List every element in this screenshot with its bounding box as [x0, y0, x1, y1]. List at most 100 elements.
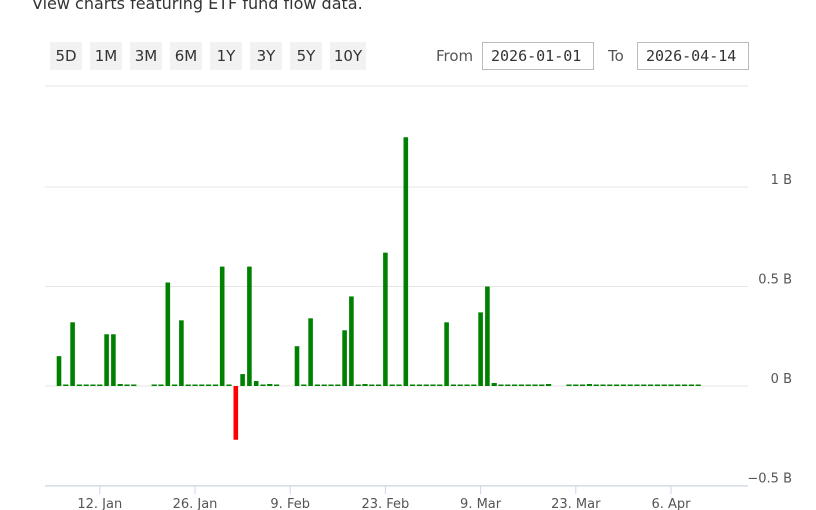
x-tick-label: 23. Feb — [361, 497, 409, 510]
y-tick-label: 0 B — [771, 372, 792, 387]
flow-bar — [233, 386, 239, 440]
flow-bar — [600, 384, 606, 386]
flow-bar — [226, 384, 232, 386]
flow-bar — [76, 384, 82, 386]
flow-bar — [151, 384, 157, 386]
flow-bar — [342, 330, 347, 386]
flow-bar — [641, 384, 647, 386]
flow-bar — [478, 312, 483, 386]
flow-bar — [634, 384, 640, 386]
x-tick-label: 12. Jan — [77, 497, 122, 510]
flow-bar — [240, 374, 245, 386]
flow-bar — [573, 384, 579, 386]
flow-bar — [349, 296, 354, 386]
flow-bar — [185, 384, 191, 386]
flow-bar — [546, 384, 552, 386]
flow-bar — [675, 384, 681, 386]
x-tick-label: 26. Jan — [173, 497, 218, 510]
flow-bar — [389, 384, 395, 386]
flow-bar — [172, 384, 178, 386]
flow-bar — [124, 384, 130, 386]
flow-bar — [117, 384, 123, 386]
flow-bar — [593, 384, 599, 386]
flow-bar — [437, 384, 443, 386]
chart-bars — [56, 137, 701, 440]
flow-bar — [192, 384, 198, 386]
flow-bar — [491, 383, 497, 386]
flow-bar — [335, 384, 341, 386]
flow-bar — [668, 384, 674, 386]
flow-bar — [505, 384, 511, 386]
y-tick-label: 0.5 B — [758, 273, 792, 288]
flow-bar — [423, 384, 429, 386]
flow-bar — [661, 384, 667, 386]
flow-bar — [464, 384, 470, 386]
flow-bar — [416, 384, 422, 386]
flow-bar — [457, 384, 463, 386]
flow-bar — [430, 384, 436, 386]
flow-bar — [179, 320, 184, 386]
flow-bar — [267, 384, 273, 386]
flow-bar — [518, 384, 524, 386]
flow-bar — [376, 384, 382, 386]
flow-bar — [695, 384, 701, 386]
flow-bar — [471, 384, 477, 386]
flow-bar — [260, 384, 266, 386]
flow-bar — [627, 384, 633, 386]
flow-bar — [314, 384, 320, 386]
flow-bar — [362, 384, 368, 386]
flow-bar — [369, 384, 375, 386]
flow-bar — [444, 322, 449, 386]
chart-axes: −0.5 B 0 B 0.5 B 1 B 12. Jan 26. Jan 9. Feb 23.… — [45, 173, 792, 510]
flow-bar — [620, 384, 626, 386]
flow-bar — [104, 334, 109, 386]
x-tick-label: 9. Feb — [270, 497, 310, 510]
flow-bar — [56, 356, 62, 386]
x-tick-label: 6. Apr — [651, 497, 691, 510]
flow-bar — [321, 384, 327, 386]
fund-flow-chart: −0.5 B 0 B 0.5 B 1 B 12. Jan 26. Jan 9. Feb 23.… — [45, 85, 792, 510]
y-tick-label: 1 B — [771, 173, 792, 188]
flow-bar — [301, 384, 307, 386]
flow-bar — [485, 286, 490, 386]
flow-bar — [682, 384, 688, 386]
flow-bar — [328, 384, 334, 386]
flow-bar — [253, 381, 259, 386]
flow-bar — [111, 334, 116, 386]
flow-bar — [199, 384, 205, 386]
flow-bar — [403, 137, 409, 386]
y-tick-label: −0.5 B — [747, 472, 792, 487]
flow-bar — [206, 384, 212, 386]
flow-bar — [498, 384, 504, 386]
flow-bar — [83, 384, 89, 386]
flow-bar — [450, 384, 456, 386]
flow-bar — [512, 384, 518, 386]
flow-bar — [525, 384, 531, 386]
flow-bar — [586, 384, 592, 386]
flow-bar — [308, 318, 313, 386]
flow-bar — [355, 384, 361, 386]
flow-bar — [90, 384, 96, 386]
flow-bar — [274, 384, 280, 386]
flow-bar — [566, 384, 572, 386]
flow-bar — [165, 282, 171, 386]
flow-bar — [396, 384, 402, 386]
flow-bar — [532, 384, 538, 386]
flow-bar — [607, 384, 613, 386]
flow-bar — [410, 384, 416, 386]
flow-bar — [63, 384, 69, 386]
flow-bar — [580, 384, 586, 386]
x-tick-label: 9. Mar — [460, 497, 502, 510]
flow-bar — [648, 384, 654, 386]
flow-bar — [688, 384, 694, 386]
x-tick-label: 23. Mar — [551, 497, 601, 510]
flow-bar — [247, 266, 252, 386]
chart-gridlines — [45, 85, 748, 486]
flow-bar — [97, 384, 103, 386]
flow-bar — [654, 384, 660, 386]
flow-bar — [614, 384, 620, 386]
flow-bar — [212, 384, 218, 386]
flow-bar — [158, 384, 164, 386]
flow-bar — [131, 384, 137, 386]
flow-bar — [70, 322, 75, 386]
